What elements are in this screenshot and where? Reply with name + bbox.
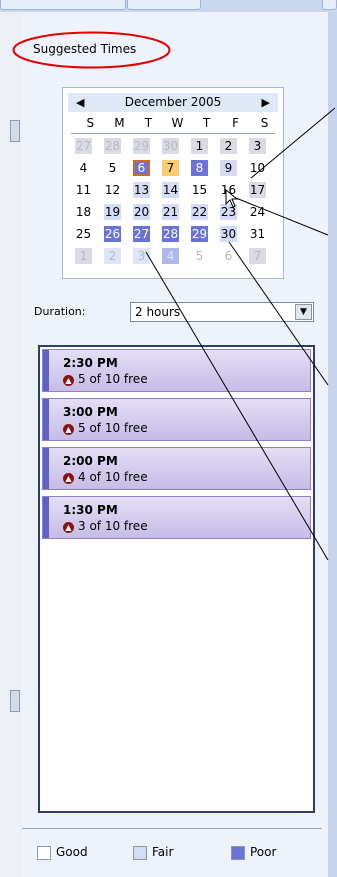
calendar-day[interactable]: 30	[220, 226, 237, 242]
calendar-day[interactable]: 27	[133, 226, 150, 242]
time-slot[interactable]: 3:00 PM ▲ 5 of 10 free	[42, 398, 311, 441]
calendar-day[interactable]: 21	[162, 204, 179, 220]
weekday-header: T	[144, 116, 153, 130]
calendar-day[interactable]: 18	[75, 204, 92, 220]
weekday-header: S	[86, 116, 95, 130]
calendar-day[interactable]: 26	[104, 226, 121, 242]
weekday-header: S	[260, 116, 269, 130]
slot-availability: 5 of 10 free	[78, 421, 148, 435]
calendar-day[interactable]: 4	[162, 248, 179, 264]
legend-divider	[22, 828, 322, 829]
duration-select[interactable]: 2 hours ▼	[130, 302, 314, 322]
calendar-day[interactable]: 2	[220, 138, 237, 154]
legend-fair-swatch	[133, 846, 147, 860]
calendar-day[interactable]: 1	[191, 138, 208, 154]
calendar-day[interactable]: 17	[249, 182, 266, 198]
legend-poor-label: Poor	[250, 845, 277, 859]
calendar-day[interactable]: 9	[220, 160, 237, 176]
up-arrow-circle-icon: ▲	[63, 375, 74, 386]
time-slot[interactable]: 1:30 PM ▲ 3 of 10 free	[42, 496, 311, 539]
legend-good-swatch	[37, 846, 51, 860]
calendar-day[interactable]: 3	[133, 248, 150, 264]
weekday-header: W	[171, 116, 184, 130]
calendar-day[interactable]: 11	[75, 182, 92, 198]
calendar-day[interactable]: 5	[104, 160, 121, 176]
calendar-day[interactable]: 7	[162, 160, 179, 176]
weekday-header: F	[232, 116, 239, 130]
slot-time: 2:00 PM	[63, 454, 118, 468]
slot-availability: 4 of 10 free	[78, 470, 148, 484]
slot-availability: 5 of 10 free	[78, 372, 148, 386]
calendar-day[interactable]: 4	[75, 160, 92, 176]
calendar-day[interactable]: 6	[220, 248, 237, 264]
calendar-day[interactable]: 19	[104, 204, 121, 220]
legend-poor-swatch	[231, 846, 245, 860]
time-slot[interactable]: 2:00 PM ▲ 4 of 10 free	[42, 447, 311, 490]
slot-time: 2:30 PM	[63, 356, 118, 370]
splitter-grip-bottom[interactable]	[10, 690, 20, 712]
calendar-day[interactable]: 5	[191, 248, 208, 264]
calendar-divider	[71, 133, 275, 134]
next-month-icon[interactable]: ▶	[262, 94, 270, 111]
month-calendar: ◀ December 2005 ▶ S M T W T F S 27 28 29 30 1 2 3 4 5 6 7…	[62, 87, 284, 279]
splitter-grip-top[interactable]	[10, 120, 20, 142]
calendar-day[interactable]: 20	[133, 204, 150, 220]
calendar-day[interactable]: 24	[249, 204, 266, 220]
top-tab[interactable]	[127, 0, 201, 10]
slot-quality-stripe	[43, 399, 49, 440]
slot-time: 1:30 PM	[63, 503, 118, 517]
calendar-day[interactable]: 30	[162, 138, 179, 154]
weekday-header: T	[202, 116, 211, 130]
calendar-header: ◀ December 2005 ▶	[68, 93, 278, 112]
up-arrow-circle-icon: ▲	[63, 522, 74, 533]
calendar-day[interactable]: 3	[249, 138, 266, 154]
calendar-day[interactable]: 1	[75, 248, 92, 264]
right-edge-bar	[328, 12, 337, 877]
calendar-day[interactable]: 29	[133, 138, 150, 154]
left-splitter-pane	[0, 12, 23, 877]
slot-availability: 3 of 10 free	[78, 519, 148, 533]
calendar-day[interactable]: 13	[133, 182, 150, 198]
calendar-month-title: December 2005	[124, 95, 222, 109]
calendar-day[interactable]: 6	[133, 160, 150, 176]
time-slot[interactable]: 2:30 PM ▲ 5 of 10 free	[42, 349, 311, 392]
up-arrow-circle-icon: ▲	[63, 424, 74, 435]
top-tab-bar	[0, 0, 337, 12]
calendar-day[interactable]: 8	[191, 160, 208, 176]
top-tab[interactable]	[322, 0, 337, 10]
calendar-day[interactable]: 29	[191, 226, 208, 242]
calendar-day[interactable]: 16	[220, 182, 237, 198]
legend-good-label: Good	[56, 845, 88, 859]
calendar-day[interactable]: 22	[191, 204, 208, 220]
calendar-day[interactable]: 7	[249, 248, 266, 264]
calendar-day[interactable]: 23	[220, 204, 237, 220]
calendar-day[interactable]: 15	[191, 182, 208, 198]
slot-time: 3:00 PM	[63, 405, 118, 419]
calendar-day[interactable]: 2	[104, 248, 121, 264]
up-arrow-circle-icon: ▲	[63, 473, 74, 484]
dropdown-arrow-icon[interactable]: ▼	[295, 304, 312, 320]
calendar-day[interactable]: 12	[104, 182, 121, 198]
duration-value: 2 hours	[135, 305, 181, 319]
calendar-day[interactable]: 10	[249, 160, 266, 176]
calendar-day[interactable]: 14	[162, 182, 179, 198]
calendar-day[interactable]: 31	[249, 226, 266, 242]
suggested-times-label: Suggested Times	[33, 42, 137, 56]
calendar-day[interactable]: 27	[75, 138, 92, 154]
calendar-day[interactable]: 25	[75, 226, 92, 242]
slot-quality-stripe	[43, 448, 49, 489]
duration-label: Duration:	[34, 305, 86, 318]
suggested-times-list: 2:30 PM ▲ 5 of 10 free 3:00 PM ▲ 5 of 10 free…	[38, 345, 315, 813]
calendar-day[interactable]: 28	[162, 226, 179, 242]
legend-fair-label: Fair	[152, 845, 174, 859]
calendar-day[interactable]: 28	[104, 138, 121, 154]
slot-quality-stripe	[43, 497, 49, 538]
weekday-header: M	[114, 116, 125, 130]
slot-quality-stripe	[43, 350, 49, 391]
top-tab[interactable]	[0, 0, 126, 10]
